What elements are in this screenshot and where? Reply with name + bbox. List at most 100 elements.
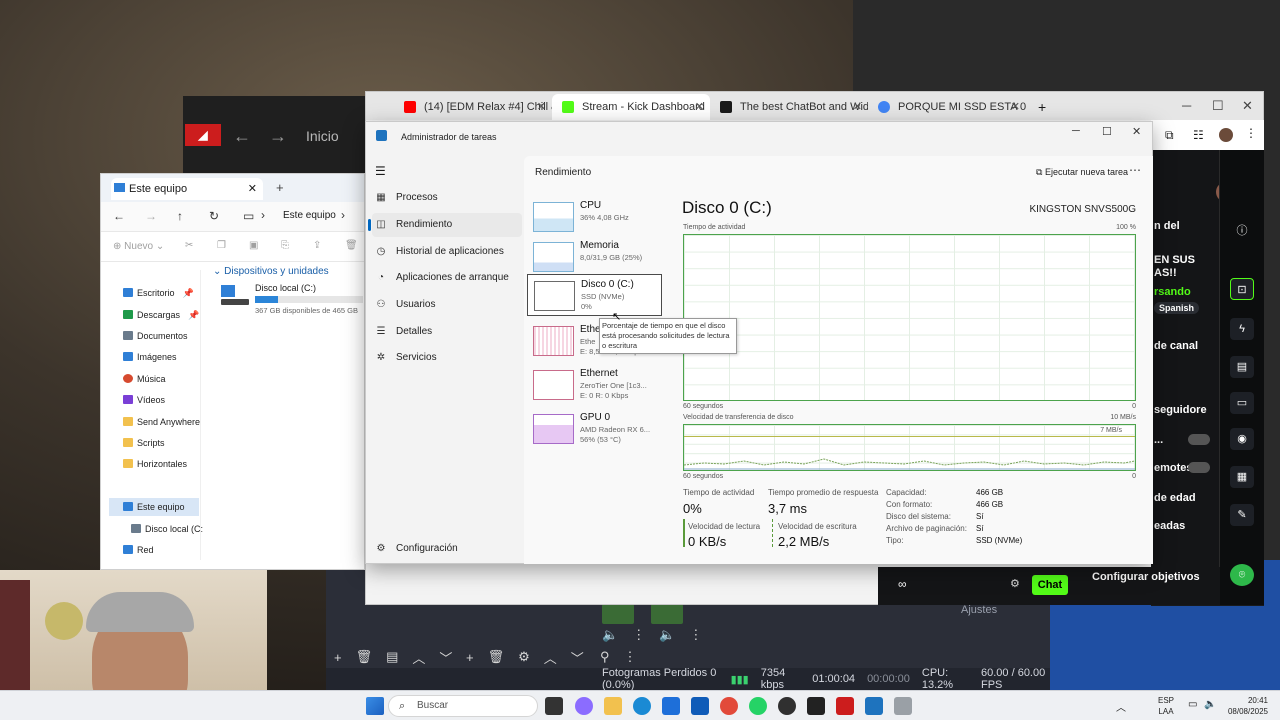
new-tab-button[interactable]: + [1026, 94, 1046, 120]
language-indicator[interactable]: ESP LAA [1158, 695, 1174, 717]
kick-text[interactable]: eadas [1154, 520, 1185, 532]
store-icon[interactable] [662, 697, 680, 715]
close-icon[interactable]: ✕ [1011, 94, 1020, 120]
close-icon[interactable]: ✕ [853, 94, 862, 120]
outlook-icon[interactable] [691, 697, 709, 715]
tree-item-escritorio[interactable]: Escritorio 📌 [123, 284, 194, 302]
close-icon[interactable]: ✕ [537, 94, 546, 120]
edge-icon[interactable] [633, 697, 651, 715]
resource-cpu[interactable]: CPU 36% 4,08 GHz [527, 196, 662, 238]
close-icon[interactable]: ✕ [1132, 125, 1141, 138]
assistant-icon[interactable]: ⌾ [1230, 564, 1254, 586]
speaker-icon[interactable]: 🔈 [602, 627, 618, 643]
tree-item-scripts[interactable]: Scripts [123, 434, 165, 452]
down-icon[interactable]: ﹀ [439, 648, 452, 667]
minimize-icon[interactable]: ─ [1182, 98, 1191, 113]
layout-icon[interactable]: ▦ [1230, 466, 1254, 488]
close-icon[interactable]: ✕ [248, 178, 257, 200]
tree-item-imagenes[interactable]: Imágenes [123, 348, 177, 366]
rename-icon[interactable]: ⎘ [281, 240, 289, 251]
gear-icon[interactable]: ⚙ [1010, 577, 1020, 590]
obs-settings-label[interactable]: Ajustes [961, 604, 997, 616]
tab-kick-dashboard[interactable]: Stream - Kick Dashboard ✕ [552, 94, 710, 120]
gear-icon[interactable]: ⚙ [518, 649, 530, 665]
task-manager-icon[interactable] [865, 697, 883, 715]
info-icon[interactable]: ⓘ [1230, 220, 1254, 242]
sliders-icon[interactable]: ☷ [1193, 128, 1204, 142]
wrench-icon[interactable]: ✎ [1230, 504, 1254, 526]
obs-icon[interactable] [778, 697, 796, 715]
resource-gpu[interactable]: GPU 0 AMD Radeon RX 6... 56% (53 °C) [527, 408, 662, 450]
tree-item-este-equipo[interactable]: Este equipo [109, 498, 199, 516]
clock[interactable]: 20:41 08/08/2025 [1220, 695, 1268, 717]
menu-icon[interactable]: ⋮ [689, 627, 702, 643]
kick-text[interactable]: seguidore [1154, 404, 1207, 416]
note-icon[interactable]: ▤ [1230, 356, 1254, 378]
scan-icon[interactable]: ⊡ [1230, 278, 1254, 300]
amd-icon[interactable] [836, 697, 854, 715]
broadcast-icon[interactable]: ◉ [1230, 428, 1254, 450]
start-icon[interactable] [366, 697, 384, 715]
drive-tile[interactable]: Disco local (C:) 367 GB disponibles de 4… [209, 283, 365, 315]
up-icon[interactable]: ︿ [412, 648, 425, 667]
amd-home-link[interactable]: Inicio [306, 128, 339, 144]
toggle[interactable] [1188, 434, 1210, 445]
tab-google-search[interactable]: PORQUE MI SSD ESTA 0 PORC... ✕ [868, 94, 1026, 120]
nav-startup-apps[interactable]: ◔ Aplicaciones de arranque [372, 266, 522, 290]
file-explorer-icon[interactable] [604, 697, 622, 715]
resource-memory[interactable]: Memoria 8,0/31,9 GB (25%) [527, 236, 662, 278]
kick-text[interactable]: de edad [1154, 492, 1196, 504]
up-icon[interactable]: ︿ [544, 648, 557, 667]
tree-item-disco-local[interactable]: Disco local (C: [131, 520, 203, 538]
tree-item-documentos[interactable]: Documentos [123, 327, 188, 345]
copy-icon[interactable]: ❐ [217, 240, 226, 251]
chrome-icon[interactable] [720, 697, 738, 715]
trash-icon[interactable]: 🗑 [488, 649, 505, 665]
whatsapp-icon[interactable] [749, 697, 767, 715]
toggle[interactable] [1188, 462, 1210, 473]
back-icon[interactable]: ← [233, 126, 251, 147]
up-icon[interactable]: ↑ [177, 209, 183, 223]
tree-item-send-anywhere[interactable]: Send Anywhere [123, 413, 200, 431]
nav-performance[interactable]: ◫ Rendimiento [368, 213, 522, 237]
new-button[interactable]: ⊕ Nuevo ⌄ [113, 241, 164, 252]
hamburger-icon[interactable]: ☰ [375, 164, 386, 178]
paste-icon[interactable]: ▣ [249, 240, 258, 251]
nav-app-history[interactable]: ◷ Historial de aplicaciones [372, 240, 522, 264]
resource-ethernet-2[interactable]: Ethernet ZeroTier One [1c3... E: 0 R: 0 … [527, 364, 662, 406]
forward-icon[interactable]: → [269, 126, 287, 147]
resource-disk[interactable]: Disco 0 (C:) SSD (NVMe) 0% [527, 274, 662, 316]
minimize-icon[interactable]: ─ [1072, 125, 1080, 137]
back-icon[interactable]: ← [113, 209, 125, 223]
add-icon[interactable]: + [334, 650, 342, 665]
nav-details[interactable]: ☰ Detalles [372, 320, 522, 344]
explorer-tab[interactable]: Este equipo ✕ [111, 178, 263, 200]
avatar[interactable] [1219, 128, 1233, 142]
add-icon[interactable]: + [466, 650, 474, 665]
task-view-icon[interactable] [545, 697, 563, 715]
forward-icon[interactable]: → [145, 209, 157, 223]
configure-goals-link[interactable]: Configurar objetivos [1092, 571, 1200, 583]
close-icon[interactable]: ✕ [695, 94, 704, 120]
menu-icon[interactable]: ⋮ [1245, 126, 1257, 140]
nav-settings[interactable]: ⚙ Configuración [372, 537, 522, 561]
kick-text[interactable]: de canal [1154, 340, 1198, 352]
maximize-icon[interactable]: ☐ [1212, 98, 1224, 114]
delete-icon[interactable]: 🗑 [345, 240, 358, 251]
tab-chatbot[interactable]: The best ChatBot and Widgets ✕ [710, 94, 868, 120]
copilot-icon[interactable] [575, 697, 593, 715]
menu-icon[interactable]: ⋮ [632, 627, 645, 643]
down-icon[interactable]: ﹀ [571, 648, 584, 667]
chat-button[interactable]: Chat [1032, 575, 1068, 595]
run-new-task-button[interactable]: ⧉ Ejecutar nueva tarea [1036, 167, 1128, 178]
tab-youtube[interactable]: (14) [EDM Relax #4] Chill & ... ✕ [394, 94, 552, 120]
app-icon[interactable] [894, 697, 912, 715]
address-path[interactable]: Este equipo [283, 210, 336, 221]
trash-icon[interactable]: 🗑 [356, 649, 373, 665]
tree-item-descargas[interactable]: Descargas 📌 [123, 306, 199, 324]
menu-icon[interactable]: ⋮ [624, 649, 637, 665]
close-icon[interactable]: ✕ [1242, 98, 1253, 114]
taskbar-search[interactable]: ⌕ Buscar [388, 695, 538, 717]
maximize-icon[interactable]: ☐ [1102, 125, 1112, 138]
language-badge[interactable]: Spanish [1154, 302, 1200, 314]
